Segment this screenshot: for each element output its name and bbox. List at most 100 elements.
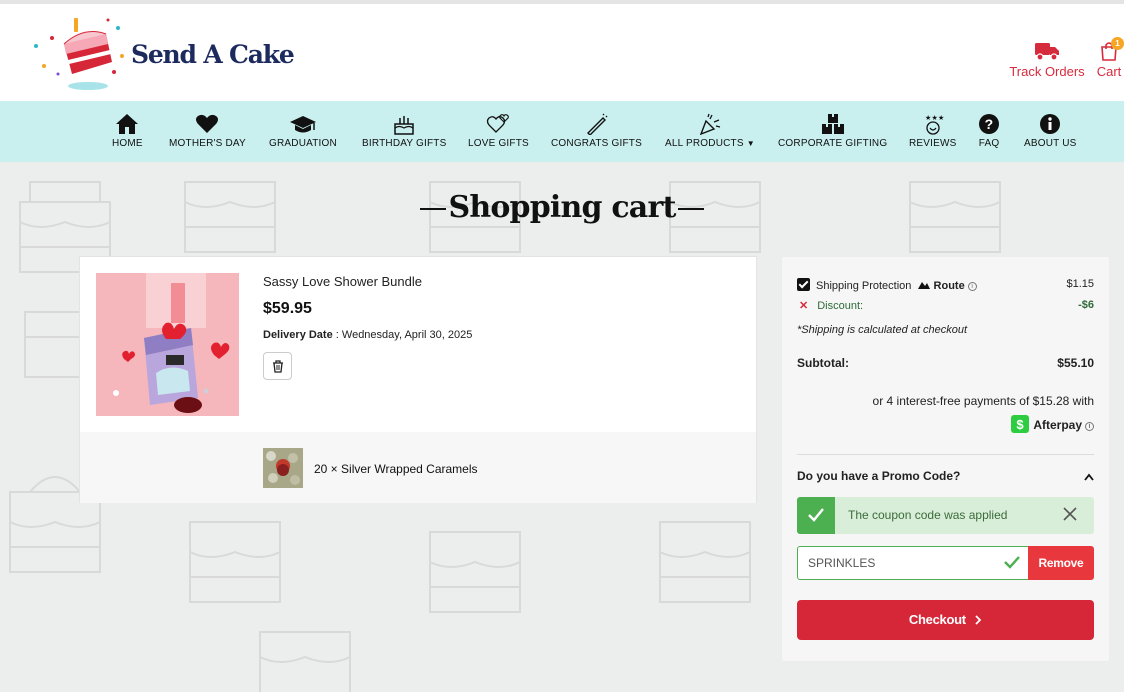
afterpay-text: or 4 interest-free payments of $15.28 wi… (872, 394, 1094, 408)
nav-love-gifts-label: LOVE GIFTS (468, 138, 529, 149)
nav-about-us-label: ABOUT US (1024, 138, 1077, 149)
product-name[interactable]: Sassy Love Shower Bundle (263, 274, 422, 289)
cake-outline-icon (259, 631, 351, 692)
cart-label: Cart (1096, 64, 1122, 79)
order-summary: Shipping Protection Route i $1.15 ✕ Discou… (781, 256, 1110, 662)
promo-question: Do you have a Promo Code? (797, 469, 961, 483)
promo-code-toggle[interactable]: Do you have a Promo Code? (797, 469, 1094, 483)
nav-reviews[interactable]: ★★★ REVIEWS (909, 113, 957, 149)
svg-text:$: $ (1017, 417, 1025, 432)
truck-icon (1035, 43, 1059, 61)
close-icon[interactable] (1063, 507, 1077, 521)
page-title-text: Shopping cart (448, 190, 676, 225)
delivery-date-value: Wednesday, April 30, 2025 (341, 329, 473, 341)
brand-name: Send A Cake (131, 40, 295, 69)
cake-outline-icon (429, 531, 521, 613)
info-icon[interactable]: i (967, 282, 977, 291)
star-smiley-icon: ★★★ (925, 114, 944, 135)
graduation-cap-icon (289, 116, 316, 133)
nav-graduation-label: GRADUATION (269, 138, 337, 149)
coupon-success-badge (797, 497, 835, 534)
nav-home-label: HOME (112, 138, 143, 149)
delivery-date-label: Delivery Date (263, 329, 333, 341)
caret-down-icon: ▼ (746, 139, 755, 148)
brand-logo[interactable]: Send A Cake (28, 16, 298, 92)
route-logo-icon (918, 282, 931, 289)
nav-birthday-gifts[interactable]: BIRTHDAY GIFTS (362, 113, 446, 149)
remove-item-button[interactable] (263, 352, 292, 380)
remove-discount-icon[interactable]: ✕ (799, 300, 808, 312)
gift-box-photo (96, 273, 239, 416)
shipping-note: *Shipping is calculated at checkout (797, 324, 967, 336)
nav-mothers-day-label: MOTHER'S DAY (169, 138, 246, 149)
chevron-right-icon (975, 615, 982, 625)
info-circle-icon (1040, 114, 1061, 134)
nav-reviews-label: REVIEWS (909, 138, 957, 149)
discount-value: -$6 (1078, 299, 1094, 311)
nav-corporate-gifting-label: CORPORATE GIFTING (778, 138, 888, 149)
checkout-button[interactable]: Checkout (797, 600, 1094, 640)
subtotal-row: Subtotal: $55.10 (797, 356, 1094, 370)
trash-icon (273, 360, 283, 373)
afterpay-brand: Afterpay (1033, 418, 1082, 432)
nav-about-us[interactable]: ABOUT US (1024, 113, 1077, 149)
coupon-applied-message: The coupon code was applied (848, 508, 1008, 522)
afterpay-info-icon[interactable]: i (1085, 422, 1094, 431)
nav-all-products-label: ALL PRODUCTS (665, 138, 744, 149)
promo-code-input[interactable]: SPRINKLES (797, 546, 1029, 580)
nav-mothers-day[interactable]: MOTHER'S DAY (169, 113, 246, 149)
page-title: Shopping cart (0, 190, 1124, 225)
discount-row: ✕ Discount: -$6 (797, 299, 1094, 312)
afterpay-logo-icon: $ (1011, 415, 1030, 433)
delivery-date-separator: : (332, 329, 342, 341)
shipping-protection-label: Shipping Protection (816, 280, 912, 292)
nav-all-products[interactable]: ALL PRODUCTS ▼ (665, 113, 755, 149)
champagne-icon (587, 113, 608, 135)
checkout-label: Checkout (908, 612, 966, 627)
nav-home[interactable]: HOME (112, 113, 143, 149)
addon-row: 20 × Silver Wrapped Caramels (80, 432, 756, 503)
check-icon (808, 508, 824, 522)
title-right-rule (677, 208, 704, 210)
nav-faq-label: FAQ (978, 138, 1000, 149)
caramels-photo (263, 448, 303, 488)
track-orders-link[interactable]: Track Orders (1008, 40, 1086, 79)
subtotal-label: Subtotal: (797, 356, 849, 370)
cake-logo-icon (34, 18, 124, 90)
product-price: $59.95 (263, 300, 312, 317)
nav-birthday-gifts-label: BIRTHDAY GIFTS (362, 138, 447, 149)
remove-coupon-button[interactable]: Remove (1028, 546, 1094, 580)
svg-text:★★★: ★★★ (925, 114, 944, 122)
addon-image (263, 448, 303, 488)
afterpay-row: $ Afterpay i (797, 415, 1094, 433)
nav-graduation[interactable]: GRADUATION (269, 113, 337, 149)
nav-love-gifts[interactable]: LOVE GIFTS (468, 113, 529, 149)
nav-corporate-gifting[interactable]: CORPORATE GIFTING (778, 113, 887, 149)
chevron-up-icon (1084, 473, 1094, 481)
party-popper-icon (699, 113, 721, 135)
product-image[interactable] (96, 273, 239, 416)
promo-code-value: SPRINKLES (808, 556, 876, 570)
cart-link[interactable]: 1 Cart (1094, 37, 1124, 79)
track-orders-label: Track Orders (1009, 64, 1085, 79)
discount-label: Discount: (817, 300, 864, 312)
question-circle-icon: ? (979, 114, 999, 134)
summary-divider (797, 454, 1094, 455)
delivery-date: Delivery Date : Wednesday, April 30, 202… (263, 329, 472, 341)
shipping-protection-price: $1.15 (1066, 278, 1094, 290)
love-hearts-icon (487, 114, 510, 133)
addon-label: 20 × Silver Wrapped Caramels (314, 462, 478, 476)
nav-faq[interactable]: ? FAQ (978, 113, 1000, 149)
shipping-protection-checkbox[interactable] (797, 278, 810, 291)
shipping-protection-row: Shipping Protection Route i $1.15 (797, 278, 1094, 292)
site-header: Send A Cake Track Orders 1 Cart (0, 4, 1124, 101)
main-nav: HOME MOTHER'S DAY GRADUATION BIRTHDAY GI… (0, 101, 1124, 162)
title-left-rule (420, 208, 447, 210)
route-brand: Route (933, 280, 965, 292)
home-icon (116, 114, 139, 134)
heart-icon (196, 114, 219, 133)
coupon-applied-alert: The coupon code was applied (797, 497, 1094, 534)
svg-text:?: ? (985, 116, 994, 132)
valid-check-icon (1004, 556, 1020, 569)
nav-congrats-gifts[interactable]: CONGRATS GIFTS (551, 113, 642, 149)
